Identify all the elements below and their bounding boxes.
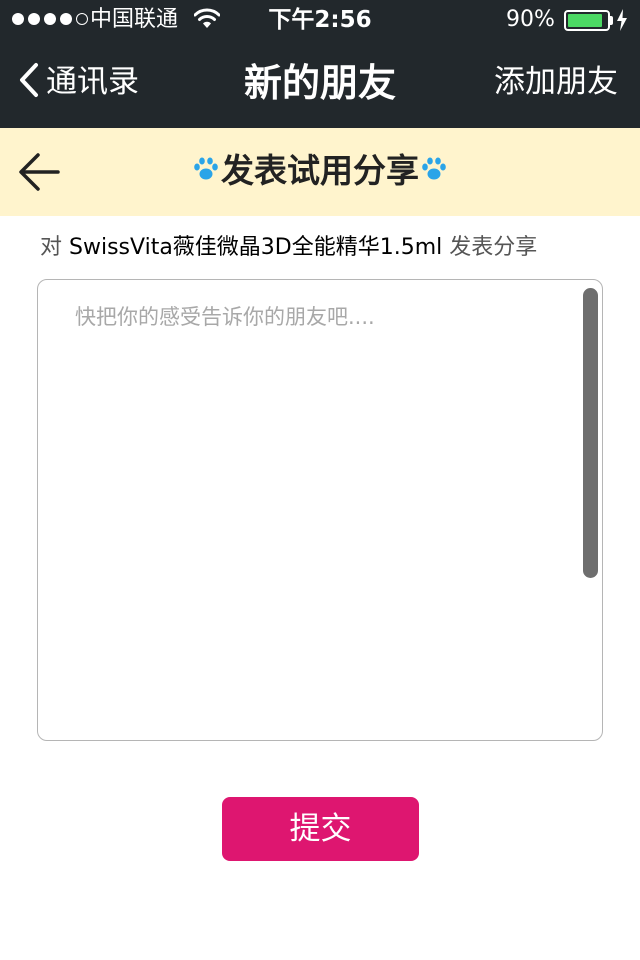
navigation-bar: 通讯录 新的朋友 添加朋友	[0, 40, 640, 128]
add-friend-button[interactable]: 添加朋友	[494, 62, 618, 102]
paw-icon	[193, 156, 219, 186]
battery-percentage: 90%	[506, 7, 555, 32]
submit-button[interactable]: 提交	[222, 797, 419, 861]
textarea-scrollbar[interactable]	[583, 288, 598, 578]
share-textarea[interactable]	[38, 280, 602, 740]
battery-level	[568, 14, 603, 27]
battery-icon	[564, 10, 610, 31]
battery-cap	[610, 16, 613, 25]
share-textarea-container	[37, 279, 603, 741]
page-title: 发表试用分享	[221, 151, 419, 190]
subject-suffix: 发表分享	[449, 235, 538, 260]
product-name: SwissVita薇佳微晶3D全能精华1.5ml	[69, 235, 443, 260]
share-subject: 对 SwissVita薇佳微晶3D全能精华1.5ml 发表分享	[40, 232, 620, 264]
page-header: 发表试用分享	[0, 128, 640, 216]
subject-prefix: 对	[40, 235, 63, 260]
charging-bolt-icon	[616, 9, 628, 35]
paw-icon	[421, 156, 447, 186]
page-title-group: 发表试用分享	[0, 148, 640, 194]
status-bar: 中国联通 下午2:56 90%	[0, 0, 640, 40]
